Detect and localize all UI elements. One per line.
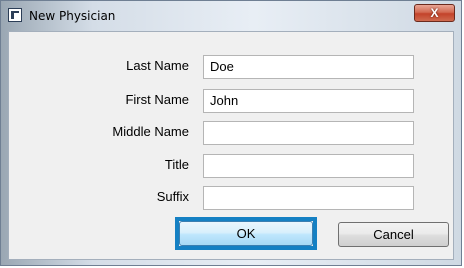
window-title: New Physician [29,9,116,23]
title-bar[interactable]: New Physician X [1,1,461,31]
middle-name-label: Middle Name [112,124,189,139]
last-name-field[interactable]: Doe [203,55,414,79]
title-field[interactable] [203,154,414,178]
close-icon: X [430,6,439,20]
suffix-label: Suffix [156,189,189,204]
dialog-body: Last Name Doe First Name John Middle Nam… [8,31,454,260]
close-button[interactable]: X [414,4,455,22]
suffix-field[interactable] [203,186,414,210]
first-name-field[interactable]: John [203,89,414,113]
middle-name-field[interactable] [203,121,414,145]
dialog-window: New Physician X Last Name Doe First Name… [0,0,462,266]
cancel-button[interactable]: Cancel [338,222,449,247]
title-label: Title [164,157,189,172]
app-window-icon [8,8,22,22]
first-name-label: First Name [125,92,189,107]
last-name-label: Last Name [126,58,189,73]
ok-button[interactable]: OK [179,221,313,246]
